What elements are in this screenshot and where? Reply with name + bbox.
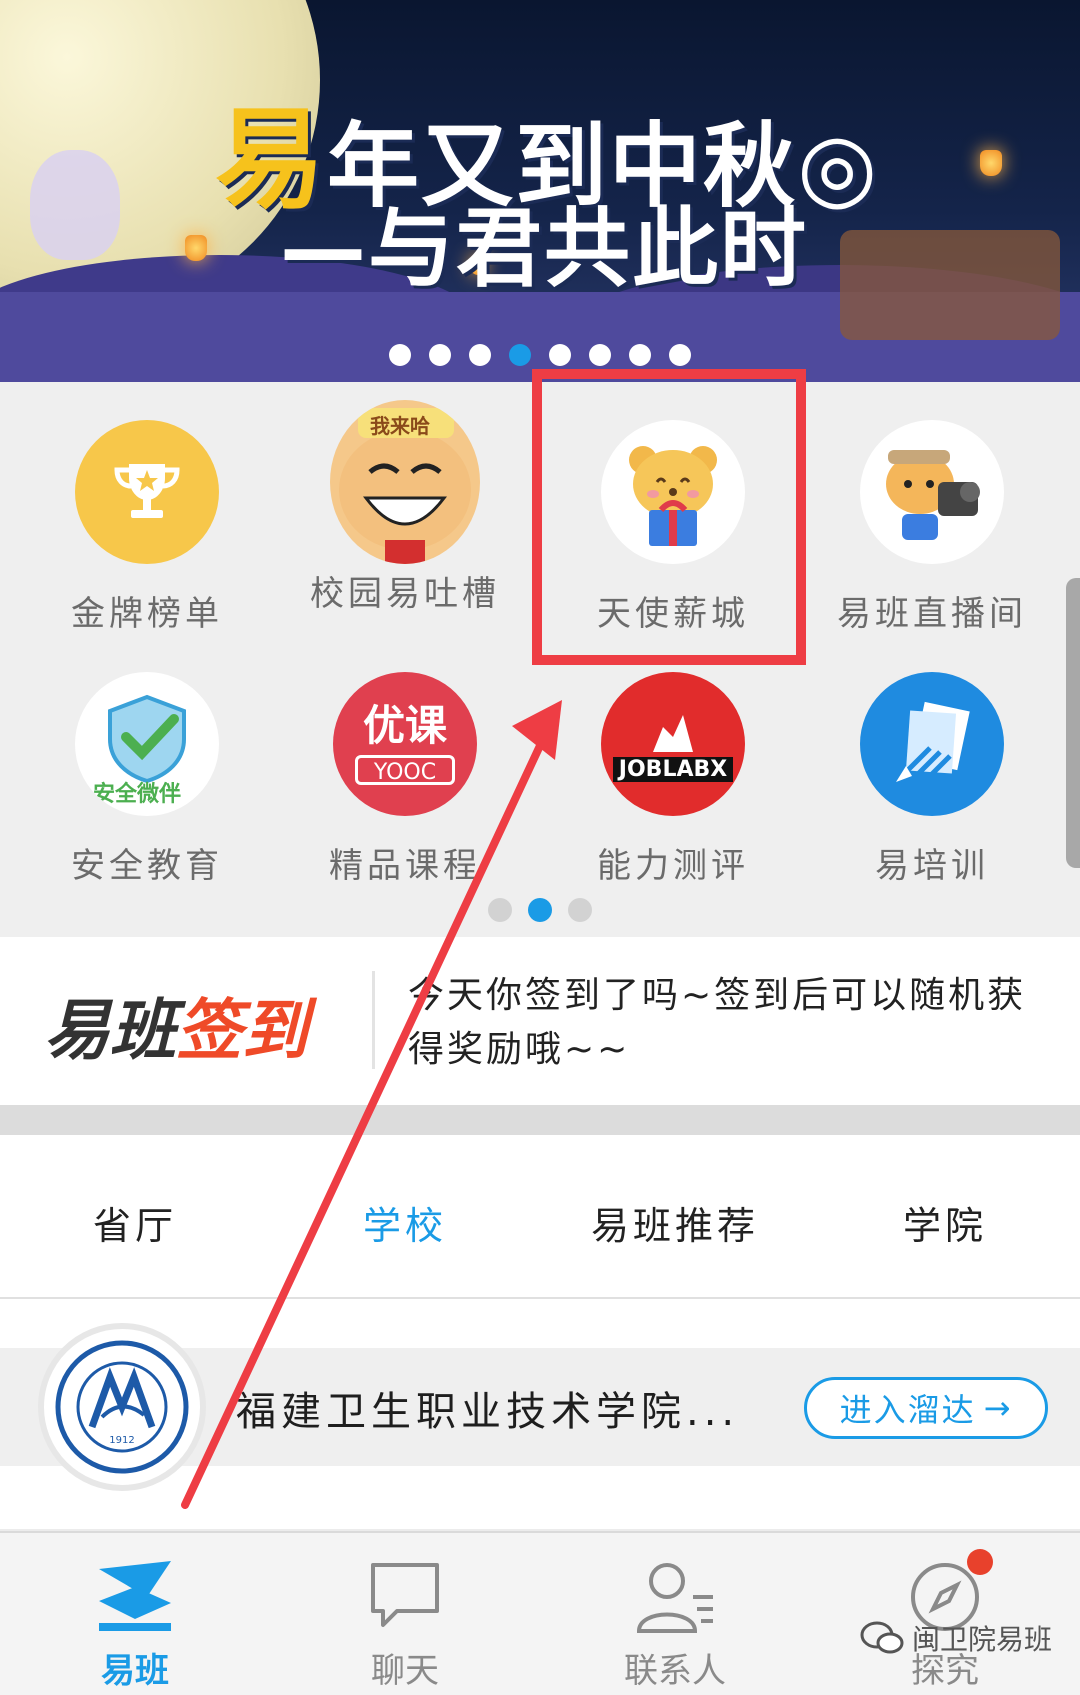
category-tabs: 省厅 学校 易班推荐 学院	[0, 1135, 1080, 1299]
nav-yiban[interactable]: 易班	[0, 1543, 270, 1692]
grid-item-yi-training[interactable]: 易培训	[797, 672, 1067, 887]
divider	[372, 971, 375, 1069]
enter-button-label: 进入溜达	[839, 1391, 976, 1429]
grid-item-quality-courses[interactable]: 优课 YOOC 精品课程	[270, 672, 540, 887]
grid-item-yiban-live[interactable]: 易班直播间	[797, 420, 1067, 635]
grid-item-campus-complaints[interactable]: 我来哈 校园易吐槽	[270, 400, 540, 615]
signin-logo: 易班签到	[44, 992, 308, 1069]
feature-grid: 金牌榜单 我来哈 校园易吐槽 天使薪城 易班直播间 安全微伴 安全教育 优课 Y…	[0, 382, 1080, 937]
chat-bubble-icon	[365, 1557, 445, 1637]
contacts-icon	[635, 1557, 715, 1637]
yiban-logo-icon	[95, 1557, 175, 1637]
enter-button[interactable]: 进入溜达 →	[804, 1377, 1048, 1439]
joblabx-text: JOBLABX	[612, 756, 734, 782]
nav-label: 易班	[101, 1651, 169, 1691]
carousel-dot[interactable]	[389, 344, 411, 366]
banner-pagination	[0, 344, 1080, 366]
grid-item-label: 校园易吐槽	[310, 574, 500, 614]
watermark: 闽卫院易班	[860, 1618, 1052, 1658]
bottom-nav: 易班 聊天 联系人 探究	[0, 1531, 1080, 1695]
carousel-dot[interactable]	[629, 344, 651, 366]
carousel-dot[interactable]	[469, 344, 491, 366]
nav-contacts[interactable]: 联系人	[540, 1543, 810, 1692]
grid-page-dot[interactable]	[568, 898, 592, 922]
school-name: 福建卫生职业技术学院...	[236, 1389, 740, 1435]
side-scroll-handle[interactable]	[1066, 578, 1080, 868]
grid-item-label: 能力测评	[597, 846, 749, 886]
signin-banner[interactable]: 易班签到 今天你签到了吗~签到后可以随机获得奖励哦~~	[0, 937, 1080, 1105]
badge-text: 我来哈	[370, 414, 430, 438]
nav-chat[interactable]: 聊天	[270, 1543, 540, 1692]
banner-carousel[interactable]: 易年又到中秋◎ —与君共此时	[0, 0, 1080, 382]
trophy-icon	[75, 420, 219, 564]
camera-bear-icon	[860, 420, 1004, 564]
tab-school[interactable]: 学校	[270, 1195, 540, 1250]
section-gap	[0, 1105, 1080, 1135]
grid-item-ability-assessment[interactable]: JOBLABX 能力测评	[538, 672, 808, 887]
tab-college[interactable]: 学院	[810, 1195, 1080, 1250]
laughing-face-icon: 我来哈	[330, 400, 480, 564]
family-graphic	[840, 230, 1060, 340]
grid-item-label: 精品课程	[329, 846, 481, 886]
lantern-icon	[185, 235, 207, 261]
notification-dot	[967, 1549, 993, 1575]
watermark-text: 闽卫院易班	[912, 1623, 1053, 1656]
carousel-dot[interactable]	[429, 344, 451, 366]
nav-label: 联系人	[624, 1651, 726, 1691]
carousel-dot[interactable]	[669, 344, 691, 366]
grid-page-dot[interactable]	[488, 898, 512, 922]
arrow-right-icon: →	[983, 1389, 1013, 1427]
school-row[interactable]: 1912 福建卫生职业技术学院... 进入溜达 →	[0, 1299, 1080, 1529]
training-icon	[860, 672, 1004, 816]
carousel-dot[interactable]	[509, 344, 531, 366]
grid-item-label: 安全教育	[71, 846, 223, 886]
lantern-icon	[980, 150, 1002, 176]
signin-message: 今天你签到了吗~签到后可以随机获得奖励哦~~	[408, 975, 1027, 1070]
grid-item-label: 金牌榜单	[71, 594, 223, 634]
grid-page-dot[interactable]	[528, 898, 552, 922]
tab-yiban-recommend[interactable]: 易班推荐	[540, 1195, 810, 1250]
grid-item-label: 天使薪城	[597, 594, 749, 634]
carousel-dot[interactable]	[589, 344, 611, 366]
tab-province[interactable]: 省厅	[0, 1195, 270, 1250]
grid-item-label: 易班直播间	[837, 594, 1027, 634]
carousel-dot[interactable]	[549, 344, 571, 366]
school-badge: 1912	[38, 1323, 206, 1491]
banner-title-line2: —与君共此时	[280, 199, 808, 299]
grid-pagination	[0, 898, 1080, 922]
youke-icon: 优课 YOOC	[333, 672, 477, 816]
wechat-icon	[860, 1621, 904, 1654]
grid-item-label: 易培训	[875, 846, 989, 886]
grid-item-safety-education[interactable]: 安全微伴 安全教育	[12, 672, 282, 887]
gift-bear-icon	[601, 420, 745, 564]
yooc-text: YOOC	[355, 755, 455, 785]
shield-check-icon: 安全微伴	[75, 672, 219, 816]
nav-label: 聊天	[371, 1651, 439, 1691]
joblabx-icon: JOBLABX	[601, 672, 745, 816]
youke-text: 优课	[362, 701, 447, 750]
grid-item-angel-salary-city[interactable]: 天使薪城	[538, 420, 808, 635]
safety-brand-text: 安全微伴	[93, 782, 182, 807]
rabbit-graphic	[30, 150, 120, 260]
grid-item-gold-leaderboard[interactable]: 金牌榜单	[12, 420, 282, 635]
badge-year: 1912	[109, 1435, 134, 1446]
